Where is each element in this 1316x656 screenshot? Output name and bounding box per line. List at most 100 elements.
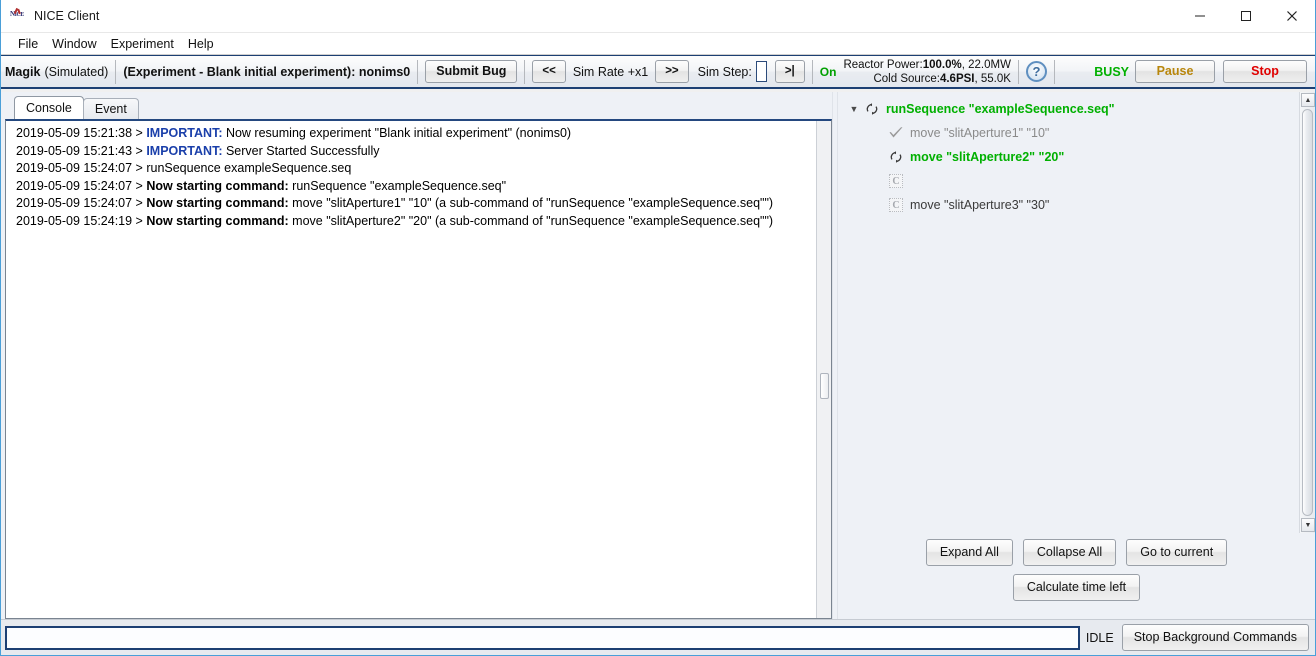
- log-message: move "slitAperture2" "20" (a sub-command…: [288, 213, 774, 228]
- window-controls: [1177, 0, 1315, 32]
- log-timestamp: 2019-05-09 15:21:43 >: [16, 143, 147, 158]
- console-pane: Console Event 2019-05-09 15:21:38 > IMPO…: [1, 92, 832, 619]
- console-log-line: 2019-05-09 15:24:07 > Now starting comma…: [16, 195, 816, 213]
- bottom-status-bar: IDLE Stop Background Commands: [1, 619, 1315, 655]
- menu-item-experiment[interactable]: Experiment: [104, 35, 181, 53]
- main-content: Console Event 2019-05-09 15:21:38 > IMPO…: [1, 92, 1315, 619]
- instrument-name: Magik: [5, 64, 41, 79]
- tree-scrollbar[interactable]: ▲ ▼: [1299, 92, 1315, 533]
- tree-row[interactable]: move "slitAperture2" "20": [838, 145, 1299, 169]
- log-timestamp: 2019-05-09 15:24:07 >: [16, 161, 147, 176]
- reactor-power-value: 100.0%: [922, 58, 962, 71]
- pending-command-icon: C: [886, 174, 906, 188]
- log-message: runSequence exampleSequence.seq: [146, 161, 352, 176]
- calculate-time-left-button[interactable]: Calculate time left: [1012, 574, 1141, 601]
- console-log[interactable]: 2019-05-09 15:21:38 > IMPORTANT: Now res…: [6, 121, 816, 618]
- scroll-up-arrow-icon[interactable]: ▲: [1301, 93, 1315, 107]
- collapse-all-button[interactable]: Collapse All: [1022, 539, 1117, 566]
- tree-scrollbar-thumb[interactable]: [1302, 109, 1313, 516]
- tree-button-row-primary: Expand All Collapse All Go to current: [838, 539, 1315, 566]
- running-spinner-icon: [886, 150, 906, 164]
- tree-row[interactable]: ▼ runSequence "exampleSequence.seq": [838, 97, 1299, 121]
- log-command-prefix: Now starting command:: [146, 196, 289, 211]
- sim-step-input[interactable]: [755, 61, 767, 82]
- toolbar-divider: [1017, 59, 1019, 84]
- minimize-icon[interactable]: [1177, 0, 1223, 32]
- pending-command-icon: C: [886, 198, 906, 212]
- experiment-label: (Experiment - Blank initial experiment):…: [123, 64, 411, 79]
- log-command-prefix: Now starting command:: [146, 213, 289, 228]
- stop-background-commands-button[interactable]: Stop Background Commands: [1121, 624, 1309, 651]
- log-message: move "slitAperture1" "10" (a sub-command…: [288, 196, 774, 211]
- go-to-current-button[interactable]: Go to current: [1126, 539, 1228, 566]
- tree-row[interactable]: C: [838, 169, 1299, 193]
- cold-source-label: Cold Source:: [873, 72, 940, 85]
- toolbar-divider: [811, 59, 813, 84]
- command-tree-pane: ▼ runSequence "exampleSequence.seq" move "…: [838, 92, 1315, 619]
- reactor-power-extra: , 22.0MW: [961, 58, 1011, 71]
- command-input[interactable]: [5, 625, 1080, 650]
- close-icon[interactable]: [1269, 0, 1315, 32]
- tree-row[interactable]: Cmove "slitAperture3" "30": [838, 193, 1299, 217]
- toolbar-divider: [524, 59, 526, 84]
- reactor-power-label: Reactor Power:: [843, 58, 923, 71]
- tree-row[interactable]: move "slitAperture1" "10": [838, 121, 1299, 145]
- main-toolbar: Magik (Simulated) (Experiment - Blank in…: [1, 55, 1315, 89]
- submit-bug-button[interactable]: Submit Bug: [425, 60, 518, 83]
- tree-row-label: runSequence "exampleSequence.seq": [886, 102, 1115, 116]
- sim-step-once-button[interactable]: >|: [774, 60, 805, 83]
- tab-event[interactable]: Event: [82, 98, 139, 119]
- sim-step-label: Sim Step:: [697, 64, 752, 79]
- chevron-down-icon[interactable]: ▼: [846, 104, 862, 114]
- menu-item-help[interactable]: Help: [181, 35, 221, 53]
- toolbar-divider: [1053, 59, 1055, 84]
- console-log-line: 2019-05-09 15:21:43 > IMPORTANT: Server …: [16, 143, 816, 161]
- log-message: Now resuming experiment "Blank initial e…: [222, 126, 572, 140]
- maximize-icon[interactable]: [1223, 0, 1269, 32]
- check-done-icon: [886, 126, 906, 140]
- log-timestamp: 2019-05-09 15:21:38 >: [16, 126, 147, 140]
- menu-item-file[interactable]: File: [11, 35, 45, 53]
- toolbar-divider: [115, 59, 117, 84]
- log-message: runSequence "exampleSequence.seq": [288, 178, 507, 193]
- tree-row-label: move "slitAperture3" "30": [910, 198, 1050, 212]
- console-log-line: 2019-05-09 15:24:07 > Now starting comma…: [16, 178, 816, 196]
- nice-logo-icon: NICE: [10, 7, 26, 24]
- reactor-status-block: Reactor Power:100.0%, 22.0MW Cold Source…: [843, 58, 1011, 86]
- stop-button[interactable]: Stop: [1223, 60, 1307, 83]
- menu-item-window[interactable]: Window: [45, 35, 103, 53]
- console-output-box: 2019-05-09 15:21:38 > IMPORTANT: Now res…: [5, 119, 832, 619]
- help-icon[interactable]: ?: [1025, 61, 1047, 82]
- log-message: Server Started Successfully: [222, 143, 380, 158]
- tree-button-bar: Expand All Collapse All Go to current Ca…: [838, 533, 1315, 619]
- log-command-prefix: Now starting command:: [146, 178, 289, 193]
- tree-row-label: move "slitAperture2" "20": [910, 150, 1065, 164]
- sim-rate-decrease-button[interactable]: <<: [532, 60, 566, 83]
- running-spinner-icon: [862, 102, 882, 116]
- tab-console[interactable]: Console: [14, 96, 84, 119]
- expand-all-button[interactable]: Expand All: [925, 539, 1013, 566]
- toolbar-divider: [417, 59, 419, 84]
- scroll-down-arrow-icon[interactable]: ▼: [1301, 518, 1315, 532]
- sim-rate-label: Sim Rate +x1: [572, 64, 649, 79]
- menu-bar: File Window Experiment Help: [1, 33, 1315, 55]
- console-log-line: 2019-05-09 15:21:38 > IMPORTANT: Now res…: [16, 125, 816, 143]
- cold-source-value: 4.6PSI: [939, 72, 975, 85]
- tree-row-label: move "slitAperture1" "10": [910, 126, 1050, 140]
- pause-button[interactable]: Pause: [1135, 60, 1215, 83]
- console-log-line: 2019-05-09 15:24:07 > runSequence exampl…: [16, 160, 816, 178]
- log-timestamp: 2019-05-09 15:24:19 >: [16, 213, 147, 228]
- command-tree-area: ▼ runSequence "exampleSequence.seq" move "…: [838, 92, 1315, 533]
- reactor-on-status: On: [819, 64, 837, 79]
- console-scrollbar[interactable]: [816, 121, 831, 618]
- console-tabstrip: Console Event: [5, 96, 832, 119]
- window-title: NICE Client: [34, 9, 100, 23]
- instrument-mode: (Simulated): [44, 64, 109, 79]
- title-bar: NICE NICE Client: [1, 0, 1315, 33]
- sim-rate-increase-button[interactable]: >>: [655, 60, 689, 83]
- command-tree-list[interactable]: ▼ runSequence "exampleSequence.seq" move "…: [838, 92, 1299, 533]
- console-scrollbar-thumb[interactable]: [820, 373, 829, 399]
- log-important-tag: IMPORTANT:: [146, 126, 223, 140]
- log-important-tag: IMPORTANT:: [146, 143, 223, 158]
- console-log-line: 2019-05-09 15:24:19 > Now starting comma…: [16, 213, 816, 231]
